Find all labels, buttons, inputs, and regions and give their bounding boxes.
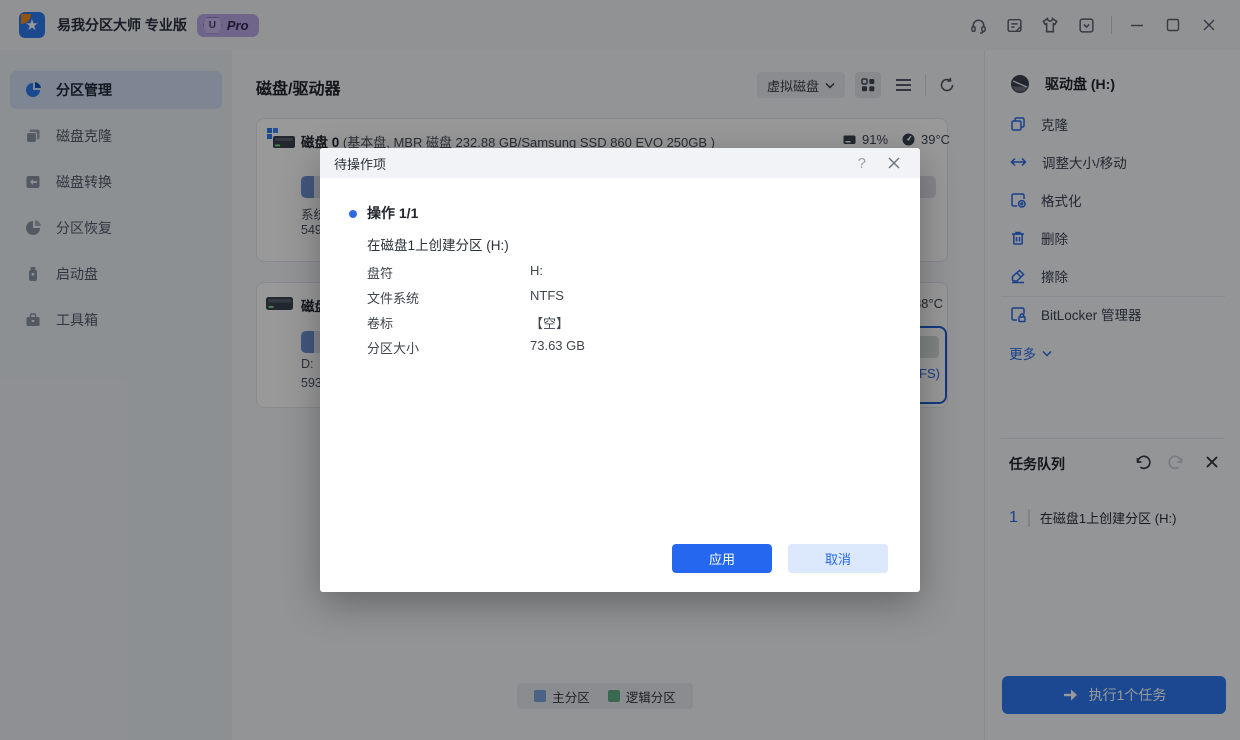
cancel-button[interactable]: 取消: [788, 544, 888, 573]
row-volume-label-value: 【空】: [530, 316, 570, 331]
row-partition-size-value: 73.63 GB: [530, 338, 585, 353]
pending-operations-dialog: 待操作项 ? 操作 1/1 在磁盘1上创建分区 (H:) 盘符 H: 文件系统 …: [320, 148, 920, 592]
operation-bullet: [349, 210, 357, 218]
dialog-header: 待操作项 ?: [320, 148, 920, 178]
apply-button[interactable]: 应用: [672, 544, 772, 573]
dialog-close-icon[interactable]: [884, 153, 904, 173]
row-drive-letter-value: H:: [530, 263, 543, 278]
row-drive-letter-label: 盘符: [367, 266, 394, 281]
operation-title: 操作 1/1: [367, 205, 419, 221]
row-filesystem-label: 文件系统: [367, 291, 420, 306]
row-partition-size-label: 分区大小: [367, 341, 420, 356]
help-icon[interactable]: ?: [854, 155, 870, 172]
row-volume-label-label: 卷标: [367, 316, 394, 331]
row-filesystem-value: NTFS: [530, 288, 564, 303]
dialog-title: 待操作项: [334, 156, 387, 172]
app-window: ★ 易我分区大师 专业版 U Pro 分区管理 磁盘克隆 磁盘转换 分区恢复 启…: [0, 0, 1240, 740]
operation-description: 在磁盘1上创建分区 (H:): [367, 238, 509, 253]
